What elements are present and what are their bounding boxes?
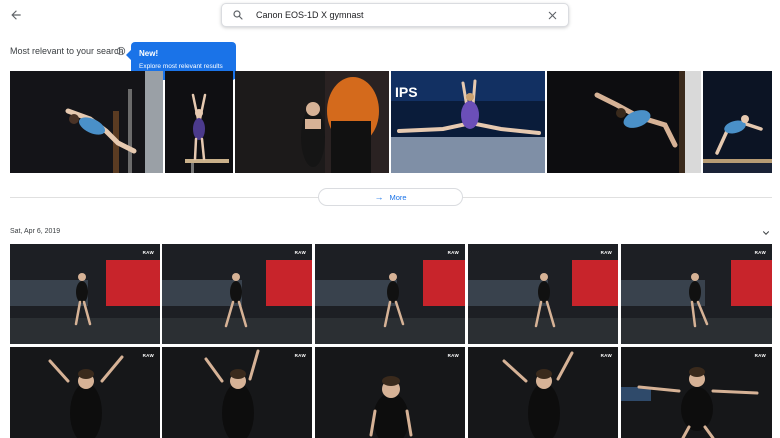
- grid-photo[interactable]: RAW: [10, 244, 160, 344]
- raw-badge: RAW: [142, 353, 154, 358]
- grid-photo[interactable]: RAW: [162, 244, 312, 344]
- relevant-photo[interactable]: [165, 71, 233, 173]
- svg-text:IPS: IPS: [395, 84, 418, 100]
- relevant-photo[interactable]: [703, 71, 772, 173]
- grid-photo[interactable]: RAW: [621, 244, 772, 344]
- raw-badge: RAW: [447, 353, 459, 358]
- search-bar[interactable]: [221, 3, 569, 27]
- relevant-photo[interactable]: [10, 71, 163, 173]
- info-icon[interactable]: [116, 46, 126, 56]
- date-group-label: Sat, Apr 6, 2019: [10, 228, 61, 235]
- grid-photo[interactable]: RAW: [315, 347, 465, 438]
- grid-photo[interactable]: RAW: [468, 347, 618, 438]
- back-button[interactable]: [6, 5, 26, 25]
- section-title: Most relevant to your search: [10, 46, 124, 56]
- clear-search-icon[interactable]: [544, 7, 560, 23]
- more-label: More: [389, 192, 407, 202]
- arrow-forward-icon: →: [374, 192, 384, 202]
- grid-photo[interactable]: RAW: [315, 244, 465, 344]
- raw-badge: RAW: [600, 353, 612, 358]
- tooltip-text: Explore most relevant results: [139, 63, 223, 70]
- tooltip-title: New!: [139, 49, 159, 58]
- raw-badge: RAW: [600, 250, 612, 255]
- chevron-down-icon[interactable]: [761, 228, 771, 238]
- grid-photo[interactable]: RAW: [621, 347, 772, 438]
- search-input[interactable]: [256, 5, 544, 25]
- raw-badge: RAW: [142, 250, 154, 255]
- grid-photo[interactable]: RAW: [162, 347, 312, 438]
- relevant-photo[interactable]: IPS: [391, 71, 545, 173]
- tooltip-arrow: [126, 50, 131, 60]
- relevant-photo[interactable]: [547, 71, 701, 173]
- grid-photo[interactable]: RAW: [468, 244, 618, 344]
- arrow-back-icon: [11, 10, 21, 20]
- google-photos-search-page: Most relevant to your search New! Explor…: [0, 0, 780, 438]
- more-button[interactable]: → More: [318, 188, 463, 206]
- search-icon[interactable]: [230, 7, 246, 23]
- raw-badge: RAW: [754, 353, 766, 358]
- raw-badge: RAW: [754, 250, 766, 255]
- raw-badge: RAW: [294, 353, 306, 358]
- grid-photo[interactable]: RAW: [10, 347, 160, 438]
- raw-badge: RAW: [294, 250, 306, 255]
- raw-badge: RAW: [447, 250, 459, 255]
- relevant-photo[interactable]: [235, 71, 389, 173]
